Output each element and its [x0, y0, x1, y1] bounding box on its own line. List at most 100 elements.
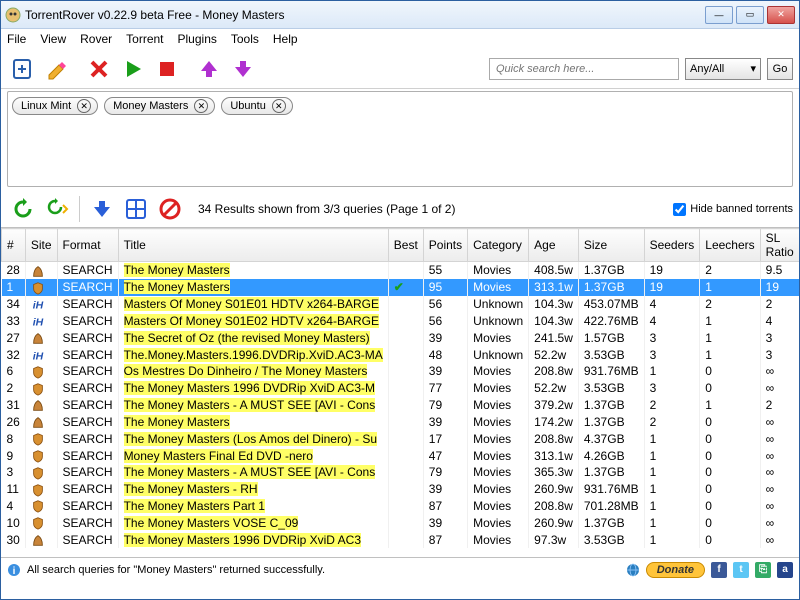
column-header[interactable]: Best: [388, 229, 423, 262]
minimize-button[interactable]: —: [705, 6, 733, 24]
move-down-button[interactable]: [227, 53, 259, 85]
menu-torrent[interactable]: Torrent: [126, 32, 163, 46]
refresh-button[interactable]: [7, 193, 39, 225]
menu-rover[interactable]: Rover: [80, 32, 112, 46]
share-icon[interactable]: ⎘: [755, 562, 771, 578]
cell-size: 701.28MB: [578, 498, 644, 515]
search-input[interactable]: [489, 58, 679, 80]
close-button[interactable]: ✕: [767, 6, 795, 24]
column-header[interactable]: Title: [118, 229, 388, 262]
donate-button[interactable]: Donate: [646, 562, 705, 578]
table-row[interactable]: 6SEARCHOs Mestres Do Dinheiro / The Mone…: [2, 363, 800, 380]
cell-slratio: 19: [760, 279, 799, 296]
menu-help[interactable]: Help: [273, 32, 298, 46]
cell-leechers: 0: [700, 380, 760, 397]
cell-num: 32: [2, 346, 26, 363]
column-header[interactable]: Points: [423, 229, 467, 262]
refresh-all-button[interactable]: [41, 193, 73, 225]
table-row[interactable]: 8SEARCHThe Money Masters (Los Amos del D…: [2, 430, 800, 447]
column-header[interactable]: Category: [468, 229, 529, 262]
cell-best: [388, 262, 423, 279]
table-row[interactable]: 2SEARCHThe Money Masters 1996 DVDRip Xvi…: [2, 380, 800, 397]
results-table-wrap[interactable]: #SiteFormatTitleBestPointsCategoryAgeSiz…: [1, 227, 799, 557]
delete-button[interactable]: [83, 53, 115, 85]
details-button[interactable]: [120, 193, 152, 225]
cell-seeders: 3: [644, 380, 700, 397]
app-link-icon[interactable]: a: [777, 562, 793, 578]
cell-site: [25, 447, 57, 464]
play-button[interactable]: [117, 53, 149, 85]
stop-button[interactable]: [151, 53, 183, 85]
facebook-icon[interactable]: f: [711, 562, 727, 578]
table-row[interactable]: 26SEARCHThe Money Masters39Movies174.2w1…: [2, 413, 800, 430]
cell-title: The Money Masters 1996 DVDRip XviD AC3: [118, 531, 388, 548]
filter-combo[interactable]: Any/All▾: [685, 58, 761, 80]
column-header[interactable]: SL Ratio: [760, 229, 799, 262]
cell-leechers: 1: [700, 329, 760, 346]
table-row[interactable]: 3SEARCHThe Money Masters - A MUST SEE [A…: [2, 464, 800, 481]
cell-category: Movies: [468, 363, 529, 380]
table-row[interactable]: 30SEARCHThe Money Masters 1996 DVDRip Xv…: [2, 531, 800, 548]
edit-button[interactable]: [41, 53, 73, 85]
table-row[interactable]: 28SEARCHThe Money Masters55Movies408.5w1…: [2, 262, 800, 279]
cell-site: [25, 413, 57, 430]
tag-close-icon[interactable]: ✕: [194, 99, 208, 113]
cell-size: 931.76MB: [578, 481, 644, 498]
cell-best: ✔: [388, 279, 423, 296]
cell-site: [25, 363, 57, 380]
cell-num: 27: [2, 329, 26, 346]
twitter-icon[interactable]: t: [733, 562, 749, 578]
cell-title: Os Mestres Do Dinheiro / The Money Maste…: [118, 363, 388, 380]
maximize-button[interactable]: ▭: [736, 6, 764, 24]
table-row[interactable]: 1SEARCHThe Money Masters✔95Movies313.1w1…: [2, 279, 800, 296]
cell-seeders: 4: [644, 312, 700, 329]
table-row[interactable]: 4SEARCHThe Money Masters Part 187Movies2…: [2, 498, 800, 515]
cell-slratio: ∞: [760, 380, 799, 397]
table-row[interactable]: 9SEARCHMoney Masters Final Ed DVD -nero4…: [2, 447, 800, 464]
move-up-button[interactable]: [193, 53, 225, 85]
table-row[interactable]: 10SEARCHThe Money Masters VOSE C_0939Mov…: [2, 514, 800, 531]
cell-best: [388, 413, 423, 430]
menu-view[interactable]: View: [40, 32, 66, 46]
column-header[interactable]: Age: [529, 229, 579, 262]
search-tag[interactable]: Ubuntu✕: [221, 97, 292, 115]
cell-leechers: 2: [700, 262, 760, 279]
cell-category: Movies: [468, 430, 529, 447]
go-button[interactable]: Go: [767, 58, 793, 80]
table-row[interactable]: 34iHSEARCHMasters Of Money S01E01 HDTV x…: [2, 296, 800, 313]
cell-category: Movies: [468, 380, 529, 397]
cell-seeders: 1: [644, 430, 700, 447]
cell-slratio: 3: [760, 346, 799, 363]
column-header[interactable]: Leechers: [700, 229, 760, 262]
column-header[interactable]: Seeders: [644, 229, 700, 262]
cell-points: 17: [423, 430, 467, 447]
tag-close-icon[interactable]: ✕: [77, 99, 91, 113]
download-button[interactable]: [86, 193, 118, 225]
ban-button[interactable]: [154, 193, 186, 225]
column-header[interactable]: #: [2, 229, 26, 262]
hide-banned-checkbox[interactable]: Hide banned torrents: [673, 203, 793, 216]
menu-tools[interactable]: Tools: [231, 32, 259, 46]
globe-icon[interactable]: [626, 563, 640, 577]
svg-text:i: i: [13, 566, 16, 577]
cell-site: [25, 397, 57, 414]
column-header[interactable]: Format: [57, 229, 118, 262]
table-row[interactable]: 11SEARCHThe Money Masters - RH39Movies26…: [2, 481, 800, 498]
table-row[interactable]: 31SEARCHThe Money Masters - A MUST SEE […: [2, 397, 800, 414]
tag-close-icon[interactable]: ✕: [272, 99, 286, 113]
cell-points: 39: [423, 481, 467, 498]
cell-site: iH: [25, 346, 57, 363]
menu-plugins[interactable]: Plugins: [178, 32, 217, 46]
add-button[interactable]: [7, 53, 39, 85]
column-header[interactable]: Site: [25, 229, 57, 262]
cell-age: 379.2w: [529, 397, 579, 414]
table-row[interactable]: 32iHSEARCHThe.Money.Masters.1996.DVDRip.…: [2, 346, 800, 363]
table-row[interactable]: 27SEARCHThe Secret of Oz (the revised Mo…: [2, 329, 800, 346]
cell-format: SEARCH: [57, 413, 118, 430]
table-row[interactable]: 33iHSEARCHMasters Of Money S01E02 HDTV x…: [2, 312, 800, 329]
search-tag[interactable]: Money Masters✕: [104, 97, 215, 115]
cell-format: SEARCH: [57, 262, 118, 279]
menu-file[interactable]: File: [7, 32, 26, 46]
column-header[interactable]: Size: [578, 229, 644, 262]
search-tag[interactable]: Linux Mint✕: [12, 97, 98, 115]
